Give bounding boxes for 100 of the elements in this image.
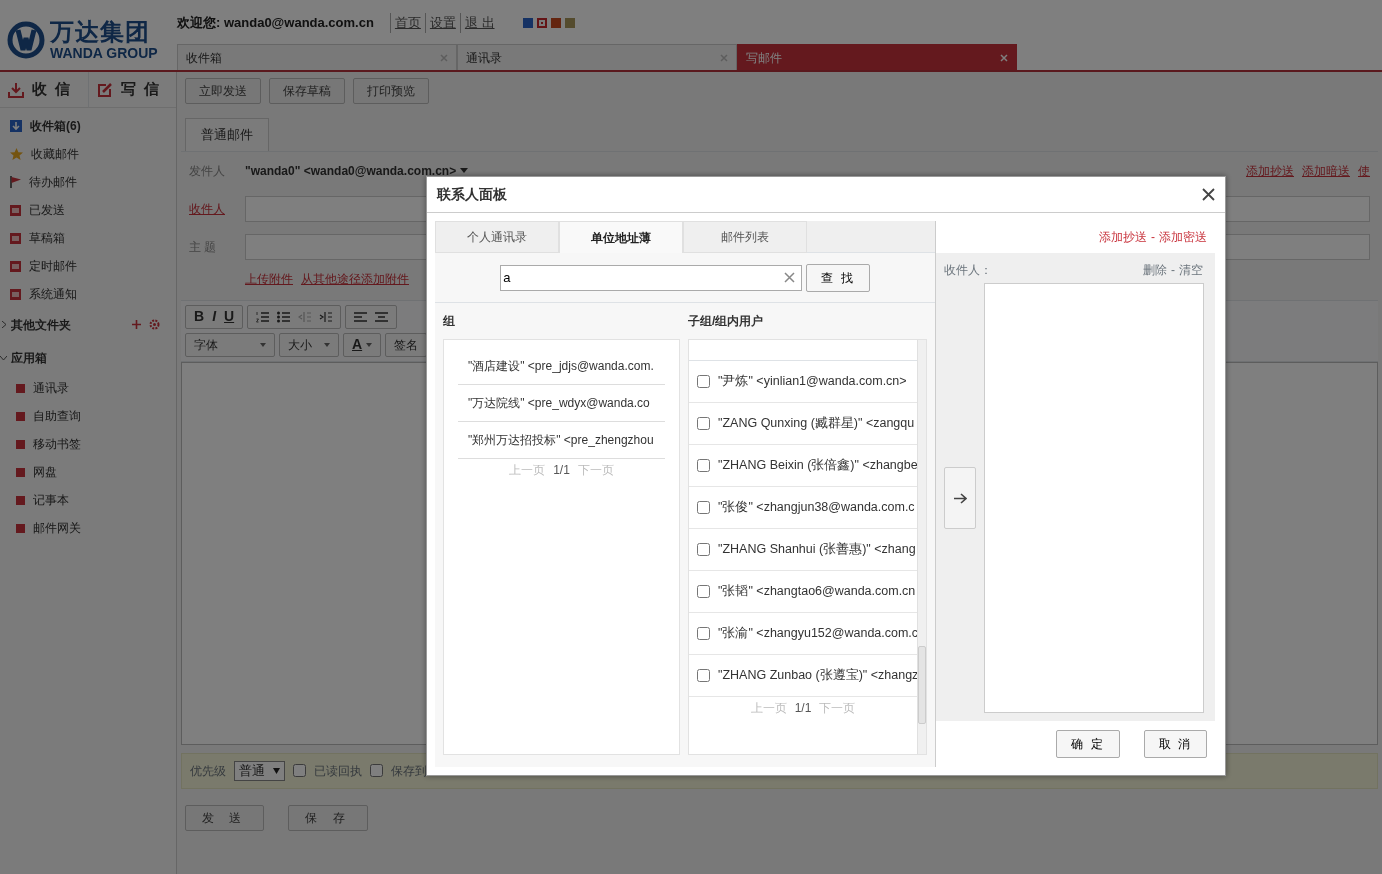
app-item[interactable]: 记事本 — [33, 491, 69, 509]
app-item[interactable]: 自助查询 — [33, 407, 81, 425]
format-button[interactable]: U — [224, 306, 235, 327]
compose-button[interactable]: 写 信 — [120, 78, 161, 101]
folder-item[interactable]: 收件箱(6) — [30, 117, 81, 135]
group-item[interactable]: "万达院线" <pre_wdyx@wanda.co — [468, 394, 650, 412]
page-indicator: 1/1 — [794, 700, 812, 717]
user-item: "张渝" <zhangyu152@wanda.com.c — [718, 625, 918, 643]
app-item[interactable]: 邮件网关 — [33, 519, 81, 537]
delete-link[interactable]: 删除 — [1143, 261, 1167, 279]
logo-icon — [6, 20, 46, 60]
tab[interactable]: 收件箱 — [177, 44, 457, 70]
cc-link[interactable]: 添加抄送 — [1099, 228, 1147, 246]
tab[interactable]: 个人通讯录 — [435, 221, 559, 253]
toolbar-button[interactable]: 立即发送 — [185, 78, 261, 104]
search-button[interactable]: 查 找 — [806, 263, 870, 292]
checkbox[interactable] — [697, 585, 710, 598]
checkbox-label: 保存到 — [391, 762, 427, 780]
checkbox[interactable] — [697, 375, 710, 388]
signature-button[interactable]: 签名 — [385, 332, 428, 357]
square-icon — [16, 439, 25, 449]
folder-item[interactable]: 已发送 — [29, 201, 65, 219]
square-icon — [16, 495, 25, 505]
dialog-title: 联系人面板 — [437, 185, 507, 204]
checkbox[interactable] — [370, 764, 383, 777]
app-item[interactable]: 通讯录 — [33, 379, 69, 397]
tab[interactable]: 通讯录 — [457, 44, 737, 70]
format-button[interactable]: B — [194, 306, 205, 327]
checkbox[interactable] — [697, 543, 710, 556]
checkbox[interactable] — [293, 764, 306, 777]
cc-link[interactable]: 使 — [1358, 161, 1370, 180]
folder-item[interactable]: 系统通知 — [29, 285, 77, 303]
theme-swatch[interactable] — [522, 18, 533, 28]
column-header: 组 — [443, 313, 455, 330]
theme-swatch[interactable] — [536, 18, 547, 28]
section-header[interactable]: 应用箱 — [11, 348, 47, 367]
priority-select[interactable]: 普通 — [234, 760, 285, 781]
folder-item[interactable]: 待办邮件 — [29, 173, 77, 191]
close-icon — [440, 53, 448, 62]
action-button[interactable]: 发 送 — [185, 804, 265, 831]
square-icon — [16, 467, 25, 477]
mode-tab[interactable]: 普通邮件 — [185, 118, 269, 151]
sender-address: "wanda0" <wanda0@wanda.com.cn> — [245, 162, 457, 180]
close-icon — [720, 53, 728, 62]
attachment-link[interactable]: 从其他途径添加附件 — [301, 269, 409, 288]
toolbar-button[interactable]: 打印预览 — [353, 78, 429, 104]
user-item: "ZANG Qunxing (臧群星)" <zangqu — [718, 415, 915, 433]
theme-swatch[interactable] — [550, 18, 561, 28]
checkbox[interactable] — [697, 501, 710, 514]
indent-icon — [319, 310, 333, 323]
text-color-button[interactable]: A — [343, 332, 382, 357]
separator-text: - — [1151, 229, 1155, 246]
square-icon — [16, 523, 25, 533]
header-link[interactable]: 首页 — [389, 13, 425, 33]
bcc-link[interactable]: 添加密送 — [1159, 228, 1207, 246]
section-header[interactable]: 其他文件夹 — [11, 315, 71, 334]
dialog-button[interactable]: 取 消 — [1143, 730, 1207, 758]
recipient-link[interactable]: 收件人 — [189, 199, 245, 218]
clear-icon[interactable] — [784, 271, 796, 283]
folder-item[interactable]: 定时邮件 — [29, 257, 77, 275]
logo-text: 万达集团 — [50, 19, 151, 45]
arrow-right-icon — [953, 492, 967, 504]
tab[interactable]: 邮件列表 — [683, 221, 807, 253]
dropdown[interactable]: 字体 — [185, 332, 275, 357]
action-button[interactable]: 保 存 — [288, 804, 368, 831]
dialog-button[interactable]: 确 定 — [1056, 730, 1120, 758]
attachment-link[interactable]: 上传附件 — [245, 269, 293, 288]
app-item[interactable]: 网盘 — [33, 463, 57, 481]
checkbox[interactable] — [697, 417, 710, 430]
separator-text: - — [1171, 262, 1175, 279]
tab[interactable]: 单位地址薄 — [559, 221, 683, 253]
close-icon[interactable] — [1202, 188, 1215, 201]
app-item[interactable]: 移动书签 — [33, 435, 81, 453]
toolbar-button[interactable]: 保存草稿 — [269, 78, 345, 104]
folder-item[interactable]: 草稿箱 — [29, 229, 65, 247]
clear-link[interactable]: 清空 — [1179, 261, 1203, 279]
header-link[interactable]: 设置 — [424, 13, 460, 33]
group-item[interactable]: "郑州万达招投标" <pre_zhengzhou — [468, 431, 654, 449]
scrollbar-thumb[interactable] — [918, 646, 926, 724]
theme-swatch[interactable] — [564, 18, 575, 28]
align-center-icon — [375, 310, 389, 323]
cc-link[interactable]: 添加暗送 — [1302, 161, 1350, 180]
dropdown[interactable]: 大小 — [279, 332, 339, 357]
tab[interactable]: 写邮件 — [737, 44, 1017, 70]
checkbox-label: 已读回执 — [314, 762, 362, 780]
cc-link[interactable]: 添加抄送 — [1246, 161, 1294, 180]
field-label: 收件人： — [944, 262, 992, 279]
folder-item[interactable]: 收藏邮件 — [31, 145, 79, 163]
field-label: 优先级 — [190, 762, 226, 780]
checkbox[interactable] — [697, 669, 710, 682]
bullet-list-icon — [277, 310, 291, 323]
search-field[interactable]: a — [500, 264, 803, 291]
checkbox[interactable] — [697, 459, 710, 472]
group-item[interactable]: "酒店建设" <pre_jdjs@wanda.com. — [468, 357, 654, 375]
scrollbar[interactable] — [917, 340, 926, 754]
checkbox[interactable] — [697, 627, 710, 640]
header-link[interactable]: 退 出 — [459, 13, 499, 33]
receive-button[interactable]: 收 信 — [32, 78, 73, 101]
welcome-text: 欢迎您: wanda0@wanda.com.cn — [177, 14, 374, 33]
format-button[interactable]: I — [212, 306, 216, 327]
